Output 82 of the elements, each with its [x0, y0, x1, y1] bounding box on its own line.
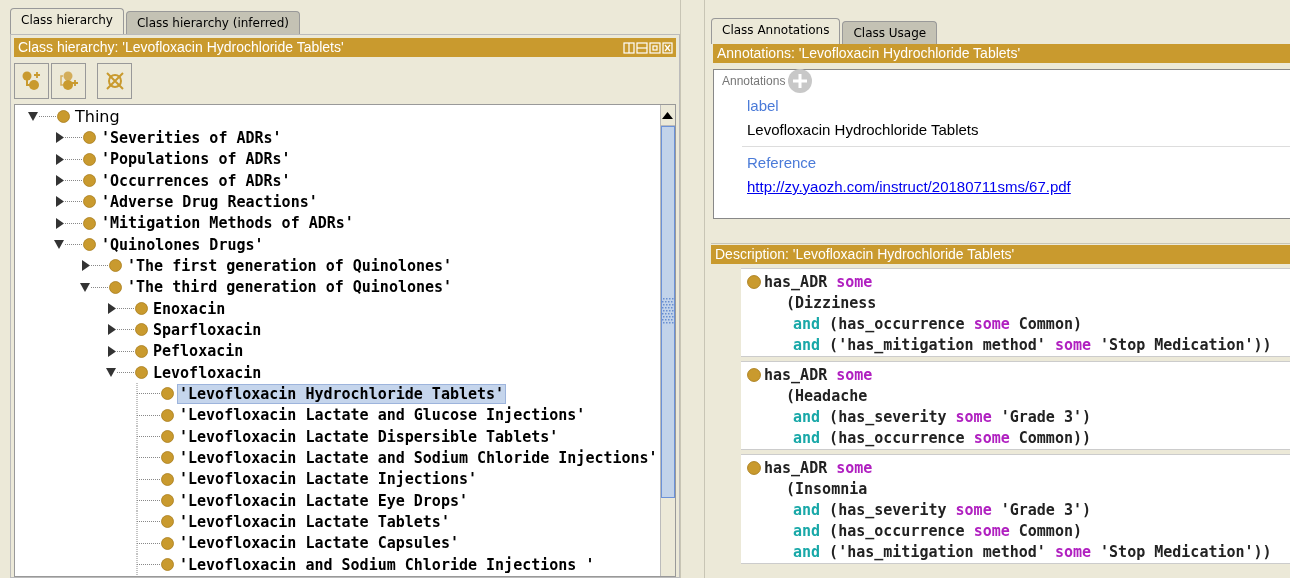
expression-line: and (has_severity some 'Grade 3') [793, 500, 1092, 519]
expression-line: has_ADR some [764, 458, 873, 477]
class-label[interactable]: Enoxacin [151, 298, 228, 319]
expression-line: and (has_occurrence some Common) [793, 521, 1082, 540]
class-label[interactable]: 'Severities of ADRs' [99, 128, 284, 148]
expression-line: and (has_severity some 'Grade 3') [793, 407, 1092, 426]
class-label[interactable]: 'Levofloxacin Lactate Capsules' [177, 533, 461, 554]
description-item[interactable]: has_ADR some (Insomnia and (has_severity some 'Grade 3') and (has_occurrence some Common) and ('has_mitigation method' some 'Stop Medication')) [741, 454, 1290, 564]
expression-line: has_ADR some [764, 365, 873, 384]
class-label[interactable]: 'Levofloxacin Lactate and Sodium Chloride Injections' [177, 447, 660, 468]
class-icon [135, 323, 148, 337]
tab[interactable]: Class hierarchy (inferred) [125, 11, 301, 34]
expression-line: has_ADR some [764, 272, 873, 291]
expression-line: (Dizziness [786, 293, 877, 312]
class-icon [109, 280, 122, 294]
expression-line: and ('has_mitigation method' some 'Stop Medication')) [793, 542, 1272, 561]
annotation-value: Levofloxacin Hydrochloride Tablets [747, 120, 980, 140]
class-icon [747, 367, 761, 382]
description-item[interactable]: has_ADR some (Headache and (has_severity some 'Grade 3') and (has_occurrence some Common)) [741, 361, 1290, 450]
class-icon [161, 451, 174, 465]
class-label[interactable]: 'Levofloxacin Lactate Injections' [177, 469, 479, 490]
class-icon [161, 536, 174, 550]
grip-icon [661, 298, 674, 326]
annotations-label: Annotations [722, 74, 786, 88]
annotation-property[interactable]: Reference [747, 152, 1290, 174]
description-header: Description: 'Levofloxacin Hydrochloride Tablets' [711, 245, 1290, 264]
class-icon [83, 216, 96, 230]
class-label[interactable]: 'The first generation of Quinolones' [125, 255, 455, 276]
class-icon [747, 460, 761, 475]
expression-line: (Insomnia [786, 479, 868, 498]
class-label[interactable]: 'Levofloxacin Lactate Dispersible Tablets' [177, 426, 561, 447]
class-icon [135, 344, 148, 358]
class-icon [83, 131, 96, 145]
class-label[interactable]: 'Levofloxacin Lactate Eye Drops' [177, 490, 470, 511]
class-icon [161, 430, 174, 444]
class-icon [161, 472, 174, 486]
class-label[interactable]: Levofloxacin [151, 362, 264, 383]
class-label[interactable]: 'Levofloxacin Lactate and Glucose Injections' [177, 405, 588, 426]
scrollbar-thumb[interactable] [660, 126, 675, 498]
tab[interactable]: Class Annotations [711, 18, 841, 44]
class-icon [161, 387, 174, 401]
panel-title: Class hierarchy: 'Levofloxacin Hydrochloride Tablets' [18, 38, 344, 57]
class-label[interactable]: Sparfloxacin [151, 319, 264, 340]
class-icon [135, 302, 148, 316]
up-arrow-icon [662, 111, 674, 119]
class-label[interactable]: Thing [73, 106, 122, 127]
description-item[interactable]: has_ADR some (Dizziness and (has_occurrence some Common) and ('has_mitigation method' some 'Stop Medication')) [741, 268, 1290, 357]
delete-class-icon [103, 70, 126, 92]
expression-line: and (has_occurrence some Common)) [793, 428, 1092, 447]
class-label[interactable]: 'Levofloxacin Lactate Tablets' [177, 511, 452, 532]
class-label[interactable]: 'Quinolones Drugs' [99, 234, 266, 255]
class-icon [161, 558, 174, 572]
class-label[interactable]: 'Levofloxacin Hydrochloride Tablets' [177, 383, 507, 404]
add-subclass-icon [20, 70, 43, 92]
class-label[interactable]: 'Mitigation Methods of ADRs' [99, 213, 356, 234]
class-label[interactable]: 'Occurrences of ADRs' [99, 170, 293, 191]
tab[interactable]: Class hierarchy [10, 8, 124, 34]
reference-link[interactable]: http://zy.yaozh.com/instruct/20180711sms/67.pdf [747, 174, 1071, 200]
class-label[interactable]: Pefloxacin [151, 341, 246, 362]
class-icon [161, 515, 174, 529]
expression-line: (Headache [786, 386, 868, 405]
add-sibling-icon [57, 70, 80, 92]
class-label[interactable]: 'Adverse Drug Reactions' [99, 191, 320, 212]
class-icon [135, 366, 148, 380]
class-icon [57, 110, 70, 124]
annotations-header: Annotations: 'Levofloxacin Hydrochloride Tablets' [713, 44, 1290, 63]
class-icon [83, 238, 96, 252]
class-label[interactable]: 'Populations of ADRs' [99, 149, 293, 170]
class-icon [747, 274, 761, 289]
class-icon [109, 259, 122, 273]
annotation-property[interactable]: label [747, 95, 1290, 117]
class-icon [161, 494, 174, 508]
class-icon [161, 408, 174, 422]
tab[interactable]: Class Usage [842, 21, 938, 44]
expression-line: and ('has_mitigation method' some 'Stop Medication')) [793, 335, 1272, 354]
add-icon[interactable] [787, 68, 814, 94]
class-label[interactable]: 'Levofloxacin and Sodium Chloride Injections ' [177, 554, 597, 575]
expression-line: and (has_occurrence some Common) [793, 314, 1082, 333]
class-icon [83, 195, 96, 209]
class-icon [83, 152, 96, 166]
class-label[interactable]: 'The third generation of Quinolones' [125, 277, 455, 298]
class-icon [83, 174, 96, 188]
